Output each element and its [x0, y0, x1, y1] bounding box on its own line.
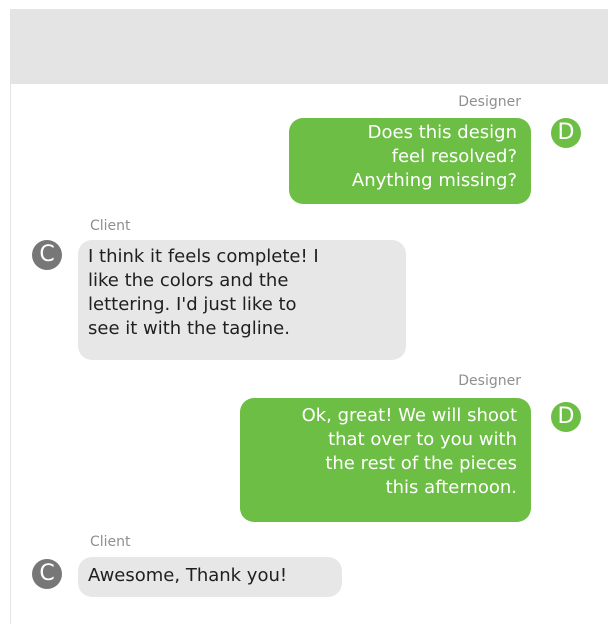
chat-header: [11, 9, 608, 84]
client-avatar[interactable]: C: [32, 559, 62, 589]
sender-label: Designer: [458, 94, 521, 110]
message-bubble-incoming[interactable]: I think it feels complete! I like the co…: [78, 240, 406, 360]
designer-avatar[interactable]: D: [551, 402, 581, 432]
designer-avatar[interactable]: D: [551, 118, 581, 148]
sender-label: Client: [90, 534, 131, 550]
client-avatar[interactable]: C: [32, 240, 62, 270]
message-bubble-outgoing[interactable]: Ok, great! We will shoot that over to yo…: [240, 398, 531, 522]
message-list[interactable]: Designer Does this design feel resolved?…: [11, 84, 608, 624]
message-bubble-incoming[interactable]: Awesome, Thank you!: [78, 557, 342, 597]
message-bubble-outgoing[interactable]: Does this design feel resolved? Anything…: [289, 118, 531, 204]
sender-label: Designer: [458, 373, 521, 389]
sender-label: Client: [90, 218, 131, 234]
